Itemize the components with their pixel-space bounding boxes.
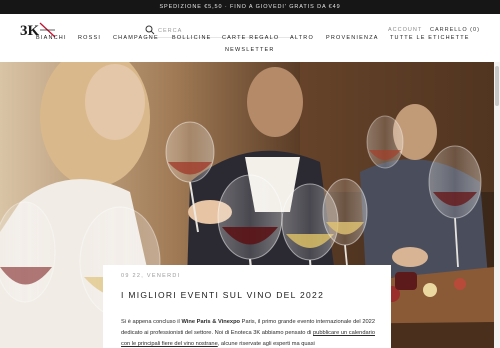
article-date: 09 22, VENERDI — [121, 273, 181, 279]
excerpt-lead: Si è appena concluso il — [121, 319, 182, 325]
nav-item-bollicine[interactable]: BOLLICINE — [172, 35, 212, 41]
nav-item-champagne[interactable]: CHAMPAGNE — [113, 35, 159, 41]
announcement-text: SPEDIZIONE €5,50 · FINO A GIOVEDI' GRATI… — [159, 4, 341, 10]
nav-item-carte-regalo[interactable]: CARTE REGALO — [222, 35, 279, 41]
search-icon — [145, 25, 155, 35]
nav-item-rossi[interactable]: ROSSI — [78, 35, 101, 41]
article-card: 09 22, VENERDI I MIGLIORI EVENTI SUL VIN… — [103, 265, 391, 348]
page-scrollbar[interactable] — [494, 62, 500, 348]
announcement-bar: SPEDIZIONE €5,50 · FINO A GIOVEDI' GRATI… — [0, 0, 500, 14]
excerpt-tail: , alcune riservate agli esperti ma quasi — [217, 341, 315, 347]
event-name: Wine Paris & Vinexpo — [181, 319, 241, 325]
account-link[interactable]: ACCOUNT — [388, 27, 422, 33]
scrollbar-thumb[interactable] — [495, 66, 499, 106]
cart-link[interactable]: CARRELLO (0) — [430, 27, 480, 33]
nav-item-bianchi[interactable]: BIANCHI — [36, 35, 67, 41]
article-title[interactable]: I MIGLIORI EVENTI SUL VINO DEL 2022 — [121, 290, 324, 300]
nav-item-tutte-le-etichette[interactable]: TUTTE LE ETICHETTE — [390, 35, 470, 41]
nav-item-provenienza[interactable]: PROVENIENZA — [326, 35, 379, 41]
nav-item-altro[interactable]: ALTRO — [290, 35, 314, 41]
nav-item-newsletter[interactable]: NEWSLETTER — [225, 47, 275, 53]
site-header: 3K ACCOUNT CARRELLO (0) BIANCHI ROSSI CH… — [0, 14, 500, 62]
article-excerpt: Si è appena concluso il Wine Paris & Vin… — [121, 317, 375, 348]
